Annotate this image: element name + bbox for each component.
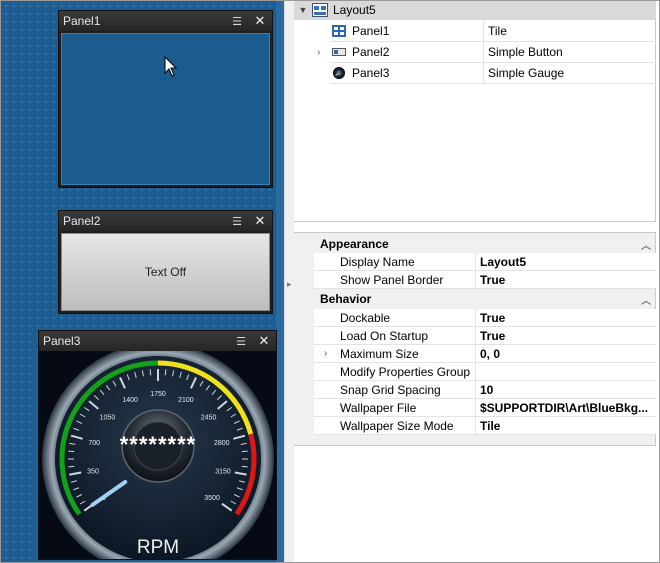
property-name: Dockable <box>314 309 476 326</box>
property-grid: Appearance ︿ Display Name Layout5 Show P… <box>294 232 656 446</box>
property-row-snap-grid-spacing[interactable]: Snap Grid Spacing 10 <box>314 381 656 399</box>
tree-row-name: Panel3 <box>352 66 390 80</box>
panel2[interactable]: Panel2 ☰ ✕ Text Off <box>58 210 273 314</box>
panel3-title: Panel3 <box>43 334 81 348</box>
property-name: Show Panel Border <box>314 271 476 288</box>
panel3[interactable]: Panel3 ☰ ✕ 350 700 1050 1400 1750 2100 2… <box>38 330 277 560</box>
panel1-title: Panel1 <box>63 14 101 28</box>
tree-row-name-cell: Panel2 <box>330 42 484 62</box>
minor-tick <box>68 450 75 453</box>
panel1-titlebar[interactable]: Panel1 ☰ ✕ <box>59 11 272 31</box>
splitter-arrow-icon[interactable]: ▸ <box>287 279 292 290</box>
layout-icon <box>312 3 328 17</box>
property-value[interactable]: True <box>476 311 656 325</box>
tree-row-name: Panel2 <box>352 45 390 59</box>
gauge-icon <box>333 67 345 79</box>
category-behavior[interactable]: Behavior ︿ <box>294 289 656 309</box>
property-name: Display Name <box>314 253 476 270</box>
category-appearance[interactable]: Appearance ︿ <box>294 234 656 254</box>
category-label: Behavior <box>320 292 372 306</box>
simple-button[interactable]: Text Off <box>61 233 270 311</box>
gauge-tick-label: 350 <box>87 468 99 475</box>
tree-row-name-cell: Panel1 <box>330 21 484 41</box>
gauge-tick-label: 2100 <box>178 397 194 404</box>
property-row-wallpaper-size-mode[interactable]: Wallpaper Size Mode Tile <box>314 417 656 435</box>
tree-row-type: Tile <box>488 24 507 38</box>
panel2-title: Panel2 <box>63 214 101 228</box>
minor-tick <box>241 465 248 468</box>
property-row-maximum-size[interactable]: › Maximum Size 0, 0 <box>314 345 656 363</box>
gauge-unit: RPM <box>137 537 179 558</box>
mouse-cursor-icon <box>164 56 178 77</box>
gauge-tick-label: 2450 <box>201 415 217 422</box>
collapse-chevron-icon[interactable]: ▼ <box>294 5 312 15</box>
close-icon[interactable]: ✕ <box>248 213 272 229</box>
property-name-cell: › Maximum Size <box>314 345 476 362</box>
panel3-titlebar[interactable]: Panel3 ☰ ✕ <box>39 331 276 351</box>
tree-row-type: Simple Button <box>488 45 563 59</box>
tree-row-panel3[interactable]: Panel3 Simple Gauge <box>330 63 656 84</box>
panel1-tile[interactable] <box>61 33 270 185</box>
property-value[interactable]: Tile <box>476 419 656 433</box>
property-name: Snap Grid Spacing <box>314 381 476 398</box>
expand-chevron-icon[interactable]: › <box>317 47 320 58</box>
collapse-chevron-icon[interactable]: ︿ <box>636 237 656 252</box>
collapse-chevron-icon[interactable]: ︿ <box>636 292 656 307</box>
tree-row-name-cell: Panel3 <box>330 63 484 83</box>
property-name: Load On Startup <box>314 327 476 344</box>
property-row-show-panel-border[interactable]: Show Panel Border True <box>314 271 656 289</box>
tree-row-name: Panel1 <box>352 24 390 38</box>
gauge-tick-label: 3150 <box>215 468 231 475</box>
gauge-tick-label: 1050 <box>100 415 116 422</box>
rpm-gauge[interactable]: 035070010501400175021002450280031503500 … <box>39 351 276 559</box>
property-value[interactable]: $SUPPORTDIR\Art\BlueBkg... <box>476 401 656 415</box>
property-value[interactable]: True <box>476 273 656 287</box>
close-icon[interactable]: ✕ <box>248 13 272 29</box>
property-row-display-name[interactable]: Display Name Layout5 <box>314 253 656 271</box>
close-icon[interactable]: ✕ <box>252 333 276 349</box>
minor-tick <box>149 369 152 376</box>
canvas-edge <box>276 0 284 563</box>
category-label: Appearance <box>320 237 389 251</box>
minor-tick <box>68 465 75 468</box>
property-value[interactable]: 0, 0 <box>476 347 656 361</box>
minor-tick <box>164 369 167 376</box>
tree-root[interactable]: ▼ Layout5 <box>294 0 656 20</box>
property-row-modify-properties-group[interactable]: Modify Properties Group <box>314 363 656 381</box>
property-row-dockable[interactable]: Dockable True <box>314 309 656 327</box>
property-name: Modify Properties Group <box>314 363 476 380</box>
tree-root-label: Layout5 <box>333 3 376 17</box>
property-value[interactable]: Layout5 <box>476 255 656 269</box>
tree-row-type: Simple Gauge <box>488 66 565 80</box>
property-name: Wallpaper Size Mode <box>314 417 476 434</box>
property-row-wallpaper-file[interactable]: Wallpaper File $SUPPORTDIR\Art\BlueBkg..… <box>314 399 656 417</box>
tree-row-panel2[interactable]: › Panel2 Simple Button <box>317 42 656 63</box>
gauge-tick-label: 2800 <box>214 440 230 447</box>
expand-chevron-icon[interactable]: › <box>324 348 327 359</box>
property-row-load-on-startup[interactable]: Load On Startup True <box>314 327 656 345</box>
gauge-svg: 035070010501400175021002450280031503500 … <box>39 351 276 559</box>
button-icon <box>332 48 346 56</box>
menu-icon[interactable]: ☰ <box>226 215 248 228</box>
tile-icon <box>332 25 346 37</box>
property-name: Maximum Size <box>340 346 419 361</box>
property-value[interactable]: True <box>476 329 656 343</box>
gauge-display: ******** <box>120 432 197 457</box>
tree-row-panel1[interactable]: Panel1 Tile <box>330 21 656 42</box>
menu-icon[interactable]: ☰ <box>230 335 252 348</box>
gauge-tick-label: 700 <box>88 440 100 447</box>
panel1[interactable]: Panel1 ☰ ✕ <box>58 10 273 188</box>
panel2-titlebar[interactable]: Panel2 ☰ ✕ <box>59 211 272 231</box>
gauge-tick-label: 1750 <box>150 391 166 398</box>
property-value[interactable]: 10 <box>476 383 656 397</box>
layout-tree: ▼ Layout5 Panel1 Tile › Panel2 Simple Bu… <box>294 0 656 222</box>
minor-tick <box>241 450 248 453</box>
property-name: Wallpaper File <box>314 399 476 416</box>
gauge-tick-label: 3500 <box>204 495 220 502</box>
gauge-tick-label: 1400 <box>122 397 138 404</box>
menu-icon[interactable]: ☰ <box>226 15 248 28</box>
